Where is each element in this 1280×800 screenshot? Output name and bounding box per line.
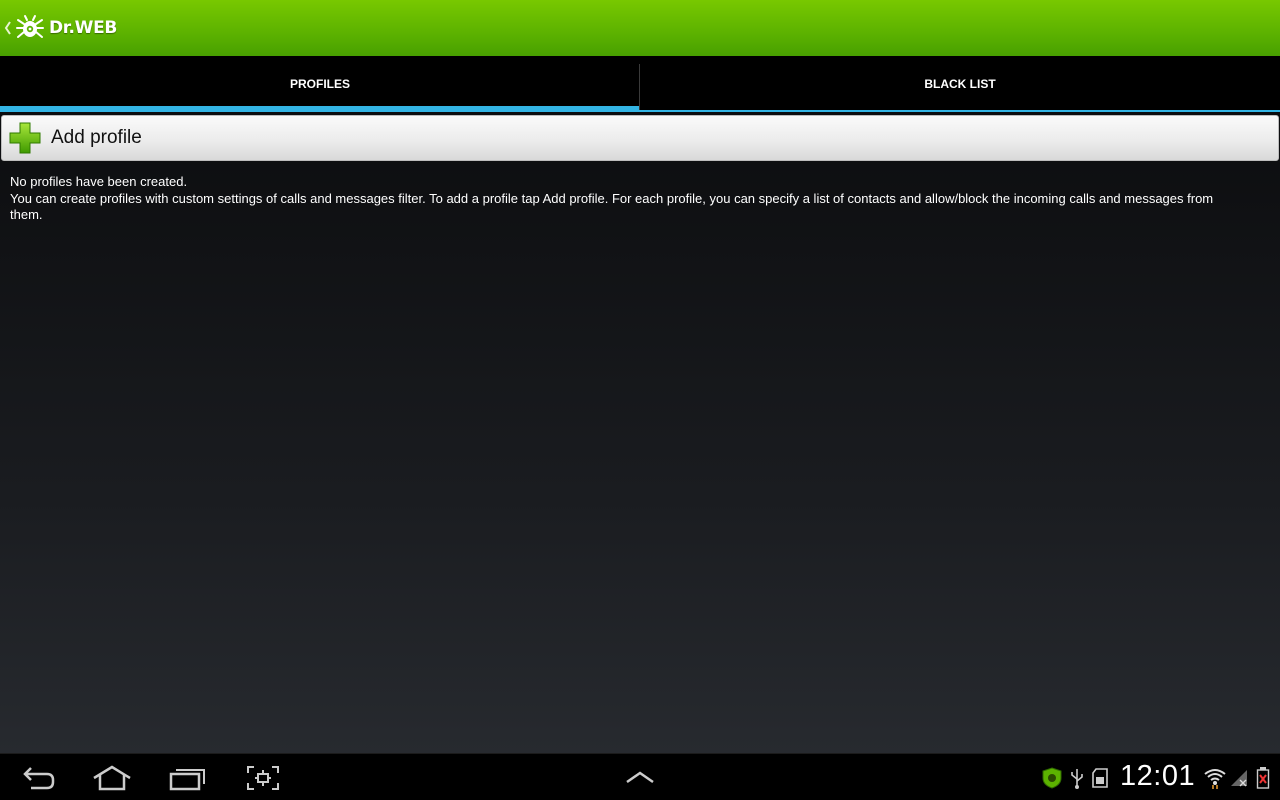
up-navigation-icon[interactable]	[2, 0, 14, 56]
recent-apps-icon[interactable]	[166, 762, 208, 794]
app-brand-title[interactable]: Dr.WEB	[49, 18, 117, 38]
tab-black-list[interactable]: BLACK LIST	[640, 56, 1280, 112]
action-bar: Dr.WEB	[0, 0, 1280, 56]
tab-black-list-label: BLACK LIST	[924, 77, 996, 91]
usb-icon	[1068, 766, 1086, 790]
system-navigation-bar: 12:01	[0, 753, 1280, 800]
empty-state-title: No profiles have been created.	[10, 174, 188, 189]
status-clock[interactable]: 12:01	[1120, 760, 1195, 793]
tab-profiles[interactable]: PROFILES	[0, 56, 640, 112]
profiles-content: Add profile No profiles have been create…	[0, 112, 1280, 753]
signal-icon	[1228, 766, 1250, 790]
screenshot-icon[interactable]	[243, 762, 283, 794]
battery-icon	[1254, 766, 1272, 790]
home-icon[interactable]	[90, 762, 134, 794]
add-profile-button[interactable]: Add profile	[1, 115, 1279, 161]
chevron-up-icon[interactable]	[620, 762, 660, 794]
empty-state-message: No profiles have been created. You can c…	[10, 174, 1230, 224]
tab-profiles-label: PROFILES	[289, 77, 350, 91]
drweb-spider-logo-icon[interactable]	[15, 13, 45, 43]
tab-divider	[639, 64, 640, 112]
empty-state-body: You can create profiles with custom sett…	[10, 190, 1214, 223]
sd-card-icon	[1090, 766, 1110, 790]
tab-bar: PROFILES BLACK LIST	[0, 56, 1280, 112]
green-plus-icon	[9, 122, 41, 154]
wifi-icon	[1202, 766, 1228, 790]
add-profile-label: Add profile	[51, 127, 142, 148]
back-icon[interactable]	[18, 762, 60, 794]
drweb-shield-icon[interactable]	[1040, 766, 1064, 790]
